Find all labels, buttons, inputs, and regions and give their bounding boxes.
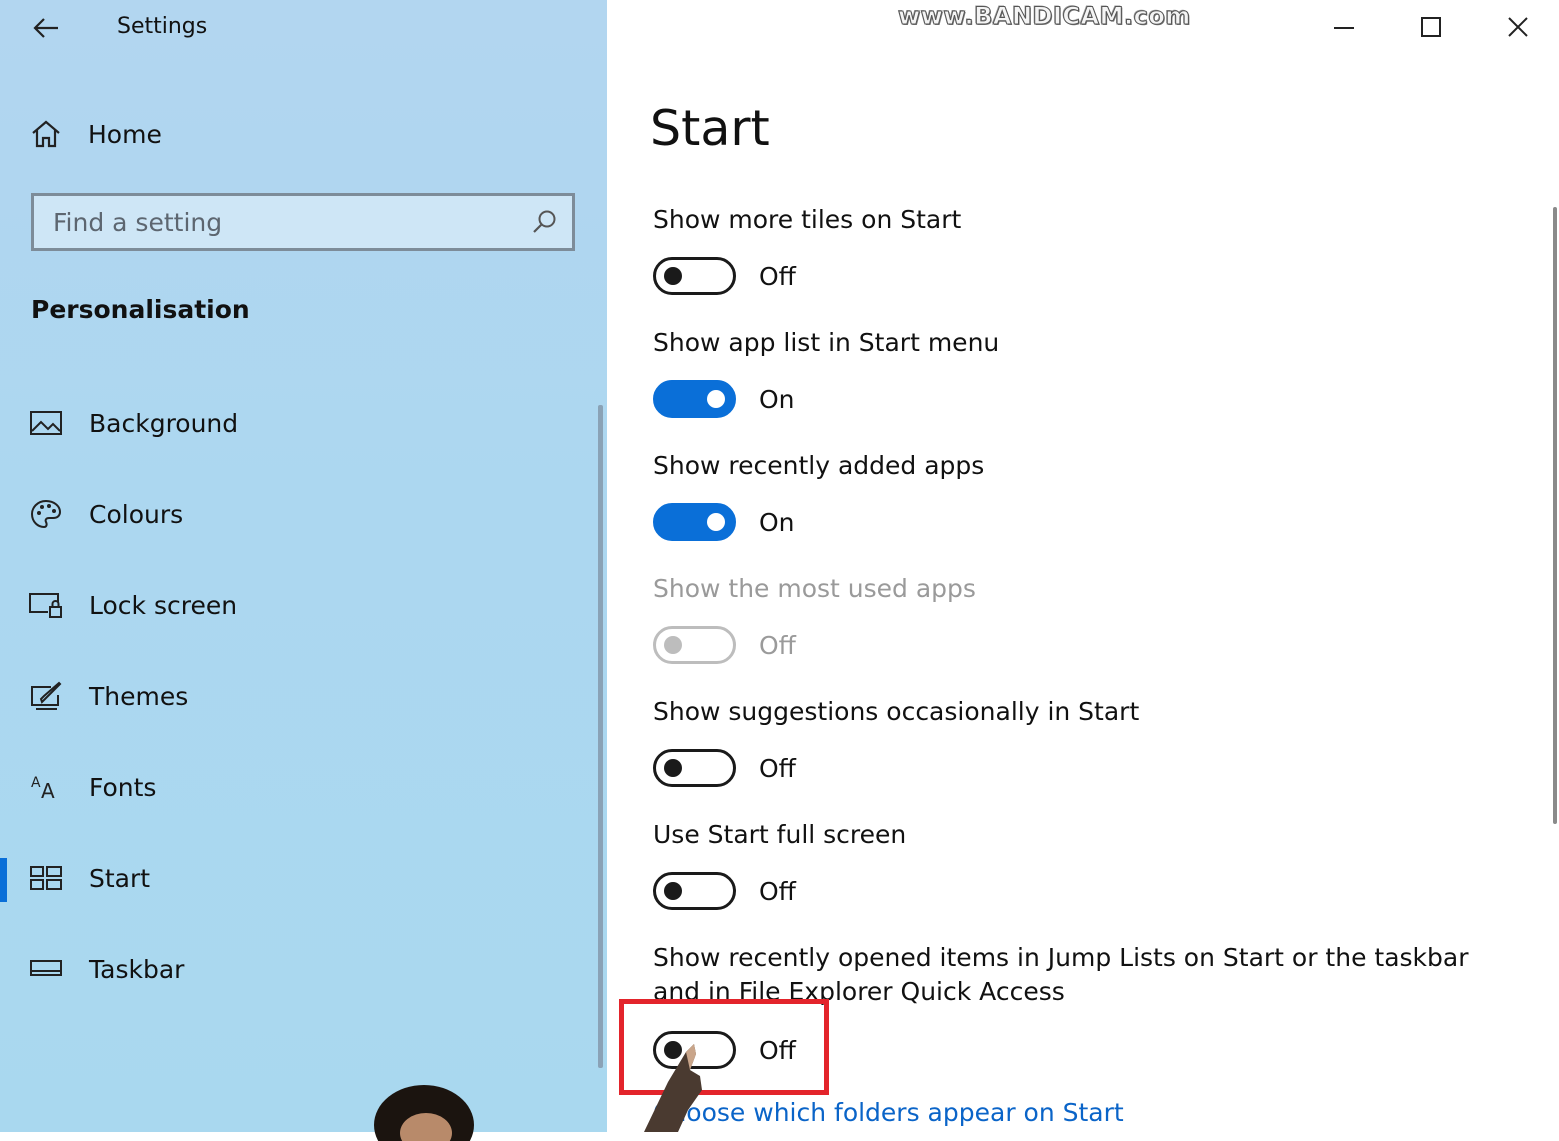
sidebar-item-start[interactable]: Start (0, 850, 600, 906)
sidebar-item-lock-screen[interactable]: Lock screen (0, 577, 600, 633)
sidebar-scrollbar[interactable] (598, 405, 603, 1068)
toggle-knob (664, 267, 682, 285)
setting-label: Show suggestions occasionally in Start (653, 697, 1140, 726)
sidebar-item-label: Fonts (89, 772, 157, 802)
taskbar-icon (28, 951, 64, 987)
home-nav-item[interactable]: Home (30, 112, 162, 156)
minimize-icon (1334, 27, 1354, 29)
sidebar-item-colours[interactable]: Colours (0, 486, 600, 542)
setting-label: Show the most used apps (653, 574, 976, 603)
brush-icon (28, 678, 64, 714)
start-tiles-icon (28, 860, 64, 896)
sidebar-item-taskbar[interactable]: Taskbar (0, 941, 600, 997)
setting-label: Show recently added apps (653, 451, 985, 480)
toggle-knob (707, 390, 725, 408)
setting-show-more-tiles: Show more tiles on Start Off (653, 203, 1533, 297)
toggle-switch[interactable] (653, 872, 736, 910)
toggle-knob (664, 636, 682, 654)
picture-icon (28, 405, 64, 441)
section-title: Personalisation (31, 295, 250, 324)
setting-show-most-used: Show the most used apps Off (653, 572, 1533, 666)
palette-icon (28, 496, 64, 532)
toggle-state: Off (759, 753, 796, 783)
setting-show-recently-added: Show recently added apps On (653, 449, 1533, 543)
home-icon (32, 120, 60, 148)
search-input[interactable] (34, 195, 524, 249)
sidebar-item-themes[interactable]: Themes (0, 668, 600, 724)
toggle-state: On (759, 384, 795, 414)
sidebar-item-label: Themes (89, 681, 189, 711)
back-arrow-icon (33, 18, 58, 38)
svg-text:A: A (31, 775, 41, 791)
toggle-switch[interactable] (653, 749, 736, 787)
minimize-button[interactable] (1320, 8, 1368, 46)
toggle-switch[interactable] (653, 503, 736, 541)
close-button[interactable] (1494, 8, 1542, 46)
toggle-knob (664, 759, 682, 777)
toggle-knob (664, 882, 682, 900)
setting-show-suggestions: Show suggestions occasionally in Start O… (653, 695, 1533, 789)
setting-label: Use Start full screen (653, 820, 907, 849)
search-icon[interactable] (524, 202, 564, 242)
font-icon: A A (28, 769, 64, 805)
sidebar-item-label: Lock screen (89, 590, 238, 620)
toggle-switch[interactable] (653, 380, 736, 418)
setting-label: Show app list in Start menu (653, 328, 1000, 357)
sidebar-item-label: Taskbar (89, 954, 185, 984)
sidebar-item-label: Start (89, 863, 151, 893)
maximize-icon (1421, 17, 1441, 37)
choose-folders-link[interactable]: Choose which folders appear on Start (653, 1098, 1124, 1127)
search-box[interactable] (31, 193, 575, 251)
webcam-person-overlay (374, 1085, 474, 1141)
svg-text:A: A (41, 779, 55, 802)
close-icon (1508, 17, 1528, 37)
setting-full-screen: Use Start full screen Off (653, 818, 1533, 912)
toggle-switch (653, 626, 736, 664)
content-scrollbar[interactable] (1553, 207, 1557, 824)
toggle-state: Off (759, 630, 796, 660)
app-title: Settings (117, 14, 208, 39)
sidebar-item-label: Background (89, 408, 239, 438)
sidebar-item-label: Colours (89, 499, 184, 529)
home-label: Home (88, 119, 162, 149)
page-title: Start (650, 100, 770, 157)
selection-indicator (0, 858, 7, 902)
maximize-button[interactable] (1407, 8, 1455, 46)
toggle-state: Off (759, 261, 796, 291)
toggle-state: Off (759, 876, 796, 906)
setting-show-app-list: Show app list in Start menu On (653, 326, 1533, 420)
pointing-hand-overlay (644, 1044, 702, 1132)
recording-watermark: www.BANDICAM.com (898, 2, 1191, 31)
sidebar-item-fonts[interactable]: A A Fonts (0, 759, 600, 815)
setting-label: Show more tiles on Start (653, 205, 962, 234)
toggle-state: On (759, 507, 795, 537)
toggle-switch[interactable] (653, 257, 736, 295)
navigation-pane: Settings Home Personalisation Background (0, 0, 607, 1141)
sidebar-item-background[interactable]: Background (0, 395, 600, 451)
back-button[interactable] (28, 10, 64, 46)
toggle-knob (707, 513, 725, 531)
lock-screen-icon (28, 587, 64, 623)
